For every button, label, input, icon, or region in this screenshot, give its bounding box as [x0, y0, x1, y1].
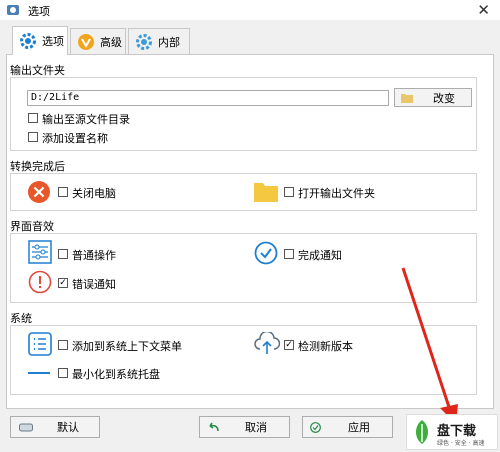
list-icon: [28, 332, 52, 356]
default-button[interactable]: 默认: [10, 416, 100, 438]
gear-icon: [20, 33, 36, 49]
shutdown-icon: [28, 181, 50, 203]
folder-icon: [401, 93, 413, 103]
app-icon: [7, 5, 19, 15]
output-path-input[interactable]: D:/2Life: [27, 90, 389, 106]
to-source-checkbox[interactable]: [28, 113, 38, 123]
tab-label: 高级: [100, 35, 122, 49]
section-sound: [10, 233, 477, 303]
apply-button-label: 应用: [348, 421, 370, 434]
default-button-label: 默认: [57, 421, 79, 434]
tab-internal[interactable]: 内部: [128, 28, 190, 54]
check-update-label: 检测新版本: [298, 340, 353, 353]
context-menu-label: 添加到系统上下文菜单: [72, 340, 182, 353]
tab-advanced[interactable]: 高级: [70, 28, 126, 54]
error-sound-checkbox[interactable]: ✓: [58, 278, 68, 288]
change-button[interactable]: 改变: [394, 88, 472, 107]
normal-sound-label: 普通操作: [72, 249, 116, 262]
open-folder-label: 打开输出文件夹: [298, 187, 375, 200]
watermark-text: 盘下载: [437, 424, 477, 439]
tab-label: 选项: [42, 35, 64, 48]
watermark: 盘下载 绿色 · 安全 · 高速: [406, 414, 498, 450]
done-sound-checkbox[interactable]: [284, 249, 294, 259]
done-sound-label: 完成通知: [298, 249, 342, 262]
tab-label: 内部: [158, 35, 180, 49]
drive-icon: [19, 423, 33, 432]
check-circle-icon: [254, 241, 278, 265]
add-name-checkbox[interactable]: [28, 132, 38, 142]
section-title-output: 输出文件夹: [10, 64, 65, 77]
badge-v-icon: [78, 33, 94, 50]
to-source-label: 输出至源文件目录: [42, 113, 130, 126]
section-title-after: 转换完成后: [10, 160, 65, 173]
context-menu-checkbox[interactable]: [58, 340, 68, 350]
section-system: [10, 325, 477, 395]
add-name-label: 添加设置名称: [42, 132, 108, 145]
check-update-checkbox[interactable]: ✓: [284, 340, 294, 350]
title-bar: 选项 ✕: [0, 0, 500, 20]
leaf-logo-icon: [416, 420, 428, 444]
shutdown-checkbox[interactable]: [58, 187, 68, 197]
watermark-subtext: 绿色 · 安全 · 高速: [437, 440, 485, 447]
cancel-button[interactable]: 取消: [199, 416, 290, 438]
undo-icon: [209, 422, 219, 432]
change-button-label: 改变: [433, 91, 455, 105]
folder-icon: [254, 183, 278, 202]
apply-button[interactable]: 应用: [302, 416, 393, 438]
minimize-icon: [28, 372, 50, 374]
tray-checkbox[interactable]: [58, 368, 68, 378]
section-title-system: 系统: [10, 312, 32, 325]
check-circle-icon: [310, 421, 321, 433]
shutdown-label: 关闭电脑: [72, 187, 116, 200]
window-title: 选项: [28, 5, 50, 18]
gear-icon: [136, 33, 152, 50]
section-title-sound: 界面音效: [10, 220, 54, 233]
normal-sound-checkbox[interactable]: [58, 249, 68, 259]
close-button[interactable]: ✕: [477, 1, 490, 19]
info-icon: [28, 270, 52, 294]
tab-options[interactable]: 选项: [12, 26, 68, 55]
cancel-button-label: 取消: [245, 421, 267, 434]
error-sound-label: 错误通知: [72, 278, 116, 291]
cloud-upload-icon: [254, 332, 280, 354]
tray-label: 最小化到系统托盘: [72, 368, 160, 381]
sliders-icon: [28, 240, 52, 264]
open-folder-checkbox[interactable]: [284, 187, 294, 197]
